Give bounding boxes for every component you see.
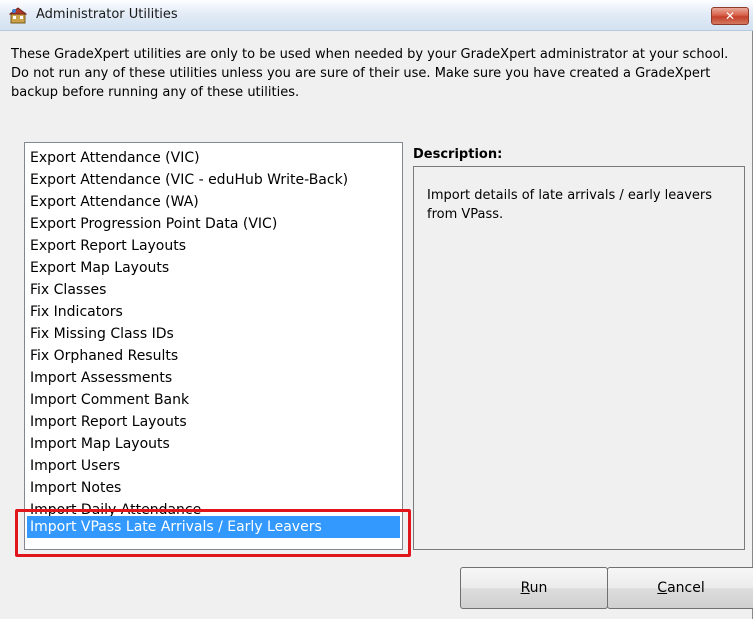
run-mnemonic: R bbox=[520, 580, 530, 596]
description-text: Import details of late arrivals / early … bbox=[427, 188, 713, 222]
list-item[interactable]: Fix Indicators bbox=[27, 301, 400, 323]
description-label: Description: bbox=[413, 147, 503, 162]
list-item[interactable]: Fix Orphaned Results bbox=[27, 345, 400, 367]
list-item[interactable]: Import Users bbox=[27, 455, 400, 477]
app-icon bbox=[9, 7, 27, 24]
close-icon[interactable]: ✕ bbox=[711, 7, 749, 25]
cancel-button[interactable]: Cancel bbox=[607, 567, 753, 609]
cancel-mnemonic: C bbox=[657, 580, 668, 596]
list-item[interactable]: Export Progression Point Data (VIC) bbox=[27, 213, 400, 235]
list-item[interactable]: Export Report Layouts bbox=[27, 235, 400, 257]
window-title: Administrator Utilities bbox=[36, 7, 178, 22]
administrator-utilities-dialog: Administrator Utilities ✕ These GradeXpe… bbox=[0, 0, 753, 619]
list-item[interactable]: Import Assessments bbox=[27, 367, 400, 389]
title-bar[interactable]: Administrator Utilities ✕ bbox=[0, 0, 753, 31]
list-item[interactable]: Fix Missing Class IDs bbox=[27, 323, 400, 345]
list-item[interactable]: Import Report Layouts bbox=[27, 411, 400, 433]
list-item[interactable]: Export Map Layouts bbox=[27, 257, 400, 279]
utilities-listbox[interactable]: Export Attendance (VIC) Export Attendanc… bbox=[24, 142, 403, 550]
list-item[interactable]: Export Attendance (VIC) bbox=[27, 147, 400, 169]
run-button[interactable]: Run bbox=[460, 567, 608, 609]
list-item[interactable]: Export Attendance (WA) bbox=[27, 191, 400, 213]
list-item[interactable]: Fix Classes bbox=[27, 279, 400, 301]
description-panel: Import details of late arrivals / early … bbox=[413, 166, 745, 550]
cancel-label: ancel bbox=[667, 580, 705, 596]
list-item[interactable]: Export Attendance (VIC - eduHub Write-Ba… bbox=[27, 169, 400, 191]
selection-highlight-annotation bbox=[15, 509, 411, 557]
run-label: un bbox=[529, 580, 548, 596]
instructions-text: These GradeXpert utilities are only to b… bbox=[11, 47, 729, 100]
list-item[interactable]: Import Map Layouts bbox=[27, 433, 400, 455]
list-item[interactable]: Import Notes bbox=[27, 477, 400, 499]
list-item[interactable]: Import Comment Bank bbox=[27, 389, 400, 411]
